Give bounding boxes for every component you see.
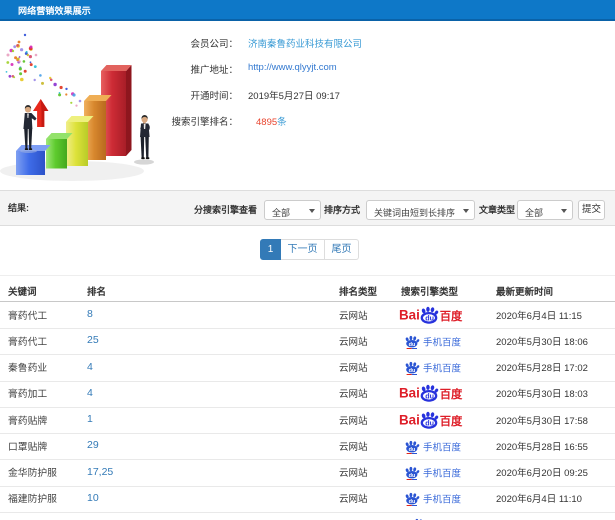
svg-text:du: du: [425, 392, 434, 401]
svg-text:手机百度: 手机百度: [423, 467, 462, 479]
svg-text:du: du: [425, 313, 434, 322]
svg-text:百度: 百度: [440, 413, 463, 427]
svg-text:Bai: Bai: [399, 386, 420, 401]
svg-text:Bai: Bai: [399, 412, 420, 427]
svg-text:du: du: [409, 499, 416, 505]
svg-text:百度: 百度: [440, 387, 463, 401]
svg-text:du: du: [409, 341, 416, 347]
svg-text:手机百度: 手机百度: [423, 336, 462, 348]
svg-text:du: du: [409, 368, 416, 374]
svg-text:du: du: [425, 418, 434, 427]
svg-text:手机百度: 手机百度: [423, 362, 462, 374]
svg-text:手机百度: 手机百度: [423, 441, 462, 453]
svg-text:du: du: [409, 473, 416, 479]
svg-text:百度: 百度: [440, 308, 463, 322]
svg-text:Bai: Bai: [399, 307, 420, 322]
svg-text:手机百度: 手机百度: [423, 494, 462, 506]
svg-text:du: du: [409, 446, 416, 452]
